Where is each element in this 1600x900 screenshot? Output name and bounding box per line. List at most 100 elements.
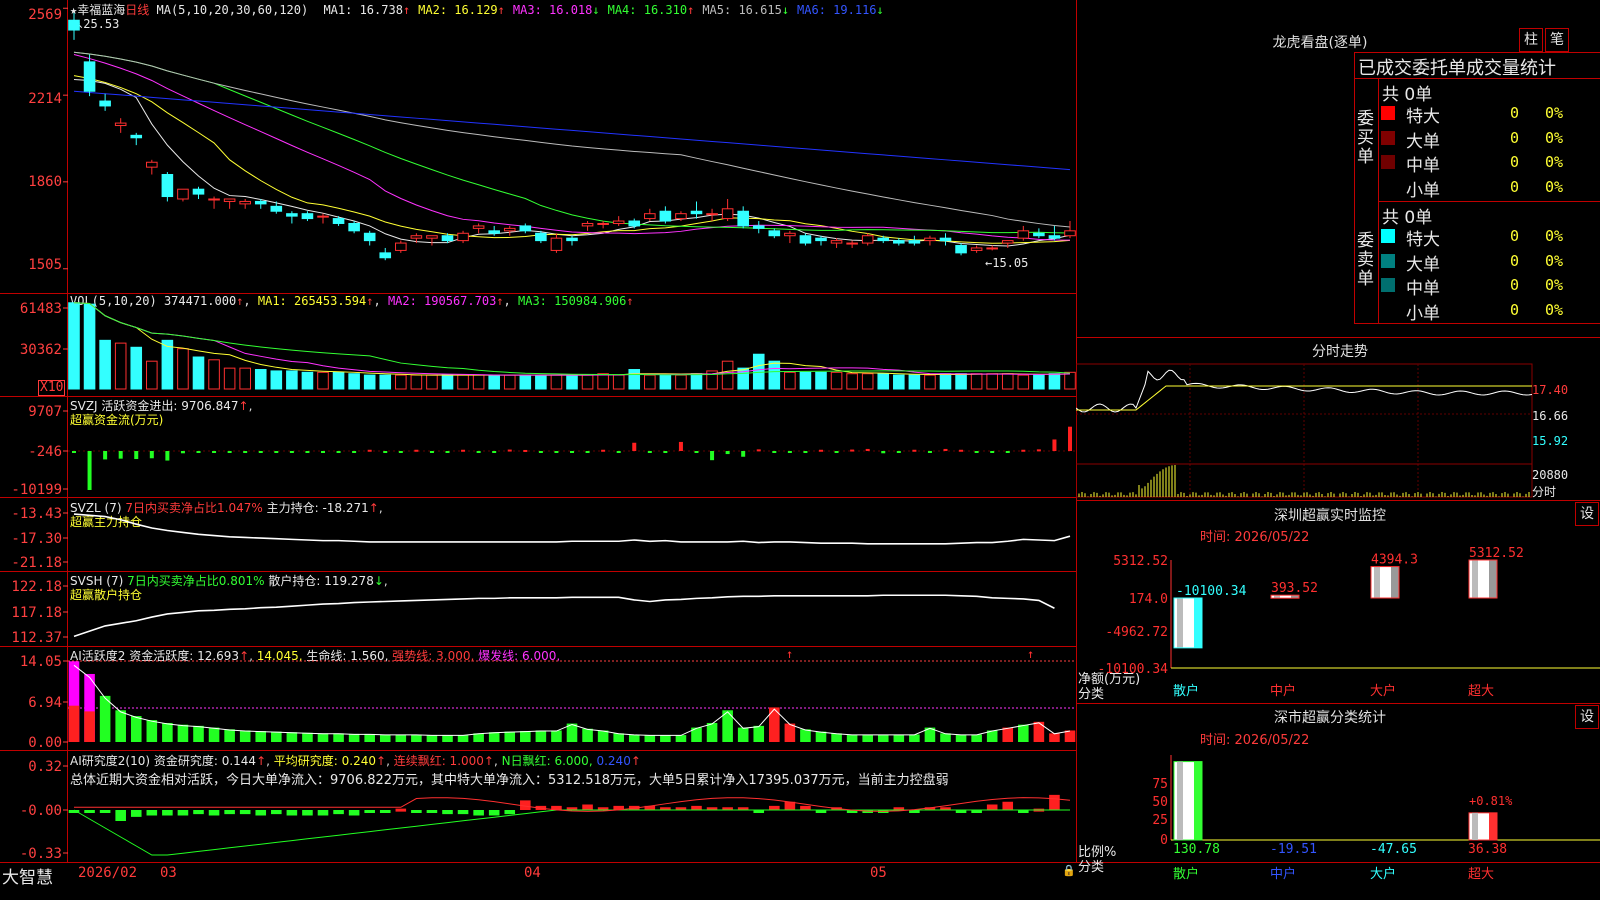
activity-bar <box>426 735 438 742</box>
research-bar <box>426 810 438 813</box>
row-color-swatch <box>1381 106 1395 120</box>
activity-bar <box>177 724 189 742</box>
candle <box>146 161 158 168</box>
signal-arrow: ↑ <box>786 647 793 661</box>
fenshi-axis-label: 17.40 <box>1532 383 1569 397</box>
candle <box>395 242 407 251</box>
money-flow-bar <box>990 451 995 453</box>
activity-bar <box>831 733 842 742</box>
money-flow-bar <box>927 451 932 453</box>
main-chart[interactable]: ↑ ↑ <box>0 0 1076 863</box>
activity-bar <box>706 722 718 742</box>
volume-bar <box>846 373 858 390</box>
monitor-axis-label: 5312.52 <box>1113 554 1168 569</box>
research-bar <box>986 804 998 810</box>
money-flow-bar <box>414 449 419 452</box>
money-flow-bar <box>289 451 294 453</box>
activity-bar <box>239 730 251 742</box>
research-bar <box>800 805 811 810</box>
research-bar <box>224 810 235 815</box>
volume-bar <box>254 369 267 390</box>
activity-bar <box>302 732 313 742</box>
volume-bar <box>83 303 96 390</box>
volume-bar <box>146 360 158 390</box>
candle <box>628 220 641 227</box>
volume-bar <box>410 374 423 390</box>
row-pct: 0% <box>1545 251 1564 270</box>
volume-bar <box>519 374 532 390</box>
activity-bar <box>628 734 640 742</box>
lhb-divider <box>1354 78 1600 79</box>
candle <box>550 237 563 251</box>
candle <box>893 240 905 244</box>
classify-bar-shade <box>1489 812 1497 840</box>
money-flow-bar <box>585 451 590 453</box>
research-bar <box>411 810 422 813</box>
row-pct: 0% <box>1545 153 1564 171</box>
candle <box>861 235 874 244</box>
candle <box>644 213 656 220</box>
bar-mode-button[interactable]: 柱 <box>1519 28 1543 52</box>
classify-category: 超大 <box>1468 867 1494 882</box>
money-flow-bar <box>834 451 839 453</box>
volume-bar <box>488 374 500 390</box>
candle <box>908 240 921 244</box>
candle <box>83 61 96 92</box>
candle <box>114 122 127 127</box>
volume-bar <box>675 374 687 390</box>
money-flow-bar <box>523 449 528 452</box>
volume-bar <box>815 371 827 390</box>
classify-chart: 75 50 25 0 130.78 散户 -19.51 中户 -47.65 大户 36.38 超大 +0… <box>1152 755 1600 882</box>
research-bar <box>177 810 189 816</box>
research-bar <box>1002 801 1014 810</box>
classify-category: 大户 <box>1370 866 1396 882</box>
candle <box>706 213 718 216</box>
volume-bar <box>955 373 967 390</box>
candle <box>566 237 578 242</box>
monitor-bar-shade <box>1391 566 1399 598</box>
row-count: 0 <box>1510 251 1520 270</box>
lock-icon[interactable]: 🔒 <box>1062 864 1076 877</box>
candle <box>768 230 781 237</box>
money-flow-bar <box>196 451 201 453</box>
fenshi-unit: 分时 <box>1532 485 1557 499</box>
classify-value-label: -19.51 <box>1270 842 1317 857</box>
candle <box>301 213 314 220</box>
candle <box>846 242 858 245</box>
activity-bar <box>84 711 95 742</box>
intraday-chart[interactable] <box>1076 360 1600 500</box>
activity-bar <box>1049 733 1060 742</box>
activity-bar <box>551 730 562 742</box>
money-flow-bar <box>383 451 388 453</box>
row-label: 特大 <box>1406 230 1440 250</box>
money-flow-bar <box>507 449 512 452</box>
volume-bar <box>317 371 329 390</box>
research-bar <box>271 810 282 815</box>
volume-bar <box>503 374 516 390</box>
volume-bar <box>286 370 298 390</box>
candle <box>519 225 532 232</box>
candle <box>597 222 609 225</box>
volume-bar <box>223 367 236 390</box>
candle <box>799 235 812 244</box>
activity-bar <box>753 725 765 742</box>
money-flow-bar <box>787 451 792 453</box>
tick-mode-button[interactable]: 笔 <box>1545 28 1569 52</box>
research-bar <box>84 810 95 813</box>
classify-pct-mark: +0.81% <box>1469 794 1513 808</box>
money-flow-bar <box>72 451 76 453</box>
volume-bar <box>877 373 890 390</box>
sell-side-label: 委卖单 <box>1357 231 1374 289</box>
money-flow-bar <box>959 449 964 452</box>
monitor-category: 中户 <box>1270 683 1296 699</box>
volume-bar <box>1017 374 1030 390</box>
candle <box>208 198 220 201</box>
activity-bar <box>955 734 967 742</box>
money-flow-bar <box>180 451 185 454</box>
volume-bar <box>472 374 485 390</box>
activity-bar <box>224 729 235 742</box>
candle <box>939 237 952 242</box>
row-pct: 0% <box>1545 128 1564 147</box>
candle <box>503 227 516 232</box>
money-flow-bar <box>554 451 559 453</box>
